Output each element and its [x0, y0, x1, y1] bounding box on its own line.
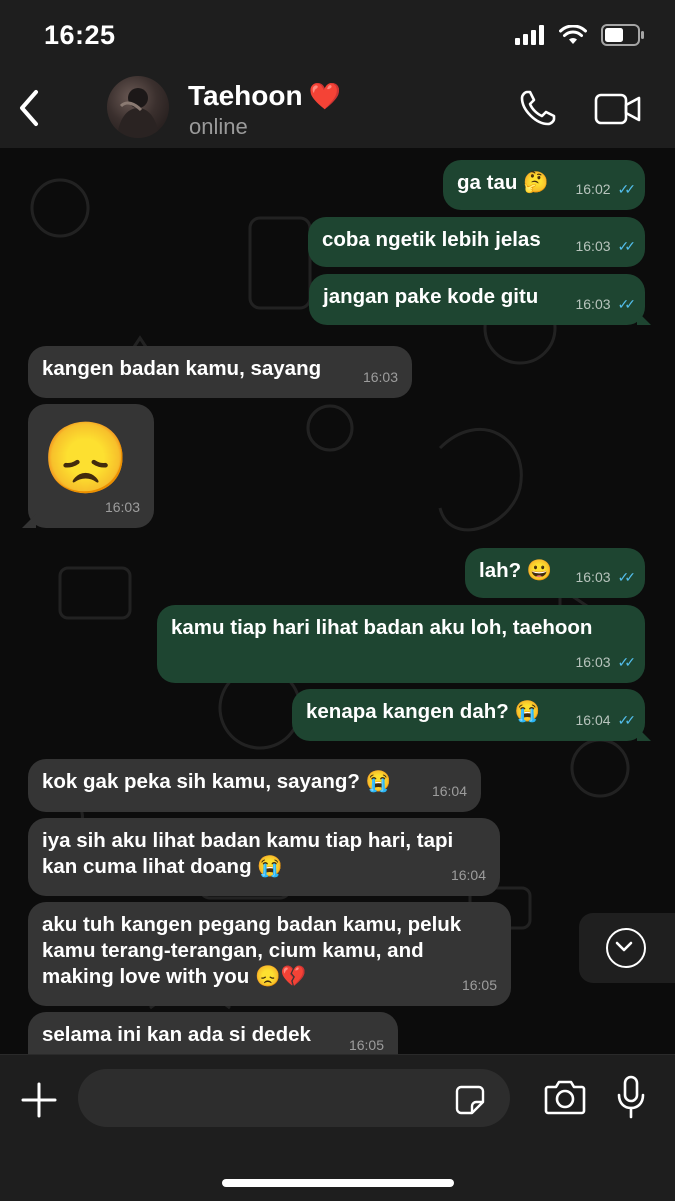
message-bubble-outgoing[interactable]: kamu tiap hari lihat badan aku loh, taeh…: [157, 605, 645, 683]
message-bubble-incoming[interactable]: iya sih aku lihat badan kamu tiap hari, …: [28, 818, 500, 896]
status-time: 16:25: [44, 20, 116, 50]
bubble-tail: [637, 727, 651, 741]
message-meta: 16:03: [105, 494, 140, 520]
contact-name[interactable]: Taehoon ❤️: [188, 80, 341, 112]
message-meta: 16:04 ✓✓: [575, 707, 637, 733]
sticker-icon[interactable]: [455, 1085, 485, 1115]
phone-icon[interactable]: [518, 88, 558, 128]
status-bar: 16:25: [0, 0, 675, 70]
read-receipt-icon: ✓✓: [617, 712, 637, 728]
message-bubble-outgoing[interactable]: jangan pake kode gitu 16:03 ✓✓: [309, 274, 651, 325]
message-time: 16:03: [362, 369, 398, 385]
message-time: 16:04: [575, 712, 611, 728]
scroll-down-icon: [606, 928, 646, 968]
message-bubble-outgoing[interactable]: ga tau 🤔 16:02 ✓✓: [443, 160, 645, 210]
message-meta: 16:03 ✓✓: [575, 291, 637, 317]
message-bubble-incoming[interactable]: selama ini kan ada si dedek 16:05: [28, 1012, 398, 1054]
video-camera-icon[interactable]: [594, 92, 642, 126]
scroll-to-bottom-button[interactable]: [579, 913, 675, 983]
message-meta: 16:03: [363, 364, 398, 390]
message-text: ga tau 🤔: [457, 171, 549, 194]
battery-icon: [601, 24, 644, 46]
message-time: 16:03: [575, 296, 611, 312]
message-input[interactable]: [78, 1069, 510, 1127]
message-meta: 16:04: [432, 778, 467, 804]
message-meta: 16:05: [349, 1032, 384, 1054]
heart-emoji: ❤️: [308, 81, 341, 111]
status-icons: [515, 24, 645, 46]
message-time: 16:03: [575, 238, 611, 254]
message-text: aku tuh kangen pegang badan kamu, peluk …: [42, 913, 462, 988]
message-bubble-incoming[interactable]: aku tuh kangen pegang badan kamu, peluk …: [28, 902, 511, 1006]
message-time: 16:04: [431, 783, 467, 799]
message-time: 16:05: [348, 1037, 384, 1053]
signal-icon: [515, 25, 544, 45]
message-bubble-outgoing[interactable]: lah? 😀 16:03 ✓✓: [465, 548, 645, 598]
message-meta: 16:04: [451, 862, 486, 888]
bubble-tail: [22, 514, 36, 528]
message-text: selama ini kan ada si dedek: [42, 1023, 311, 1046]
message-text: jangan pake kode gitu: [323, 285, 539, 308]
home-indicator[interactable]: [222, 1179, 454, 1187]
message-meta: 16:03 ✓✓: [575, 233, 637, 259]
plus-icon[interactable]: [20, 1081, 58, 1119]
contact-status: online: [189, 114, 248, 139]
read-receipt-icon: ✓✓: [617, 238, 637, 254]
message-bubble-incoming[interactable]: kok gak peka sih kamu, sayang? 😭 16:04: [28, 759, 481, 812]
message-meta: 16:02 ✓✓: [575, 176, 637, 202]
message-text: kok gak peka sih kamu, sayang? 😭: [42, 770, 392, 793]
message-bubble-incoming-emoji[interactable]: 😞 16:03: [22, 404, 154, 528]
contact-avatar[interactable]: [107, 76, 169, 138]
message-time: 16:03: [104, 499, 140, 515]
message-bubble-outgoing[interactable]: coba ngetik lebih jelas 16:03 ✓✓: [308, 217, 645, 267]
message-time: 16:03: [575, 569, 611, 585]
message-text: kangen badan kamu, sayang: [42, 357, 322, 380]
read-receipt-icon: ✓✓: [617, 181, 637, 197]
message-bubble-incoming[interactable]: kangen badan kamu, sayang 16:03: [28, 346, 412, 398]
read-receipt-icon: ✓✓: [617, 654, 637, 670]
message-text: lah? 😀: [479, 559, 553, 582]
chat-header: Taehoon ❤️ online: [0, 70, 675, 149]
back-chevron-icon[interactable]: [14, 88, 44, 128]
message-emoji: 😞: [42, 419, 130, 497]
message-time: 16:03: [575, 654, 611, 670]
wifi-icon: [559, 25, 587, 44]
message-bubble-outgoing[interactable]: kenapa kangen dah? 😭 16:04 ✓✓: [292, 689, 651, 741]
message-time: 16:05: [461, 977, 497, 993]
message-text: coba ngetik lebih jelas: [322, 228, 541, 251]
message-composer: [0, 1054, 675, 1201]
read-receipt-icon: ✓✓: [617, 296, 637, 312]
bubble-tail: [637, 311, 651, 325]
message-text: iya sih aku lihat badan kamu tiap hari, …: [42, 829, 454, 878]
microphone-icon[interactable]: [616, 1075, 646, 1119]
message-meta: 16:03 ✓✓: [575, 649, 637, 675]
read-receipt-icon: ✓✓: [617, 569, 637, 585]
camera-icon[interactable]: [544, 1079, 586, 1115]
message-list[interactable]: ga tau 🤔 16:02 ✓✓ coba ngetik lebih jelas…: [0, 148, 675, 1054]
message-text: kamu tiap hari lihat badan aku loh, taeh…: [171, 616, 593, 639]
message-text: kenapa kangen dah? 😭: [306, 700, 540, 723]
message-meta: 16:03 ✓✓: [575, 564, 637, 590]
contact-name-text: Taehoon: [188, 80, 303, 111]
message-time: 16:02: [575, 181, 611, 197]
message-meta: 16:05: [462, 972, 497, 998]
message-time: 16:04: [450, 867, 486, 883]
